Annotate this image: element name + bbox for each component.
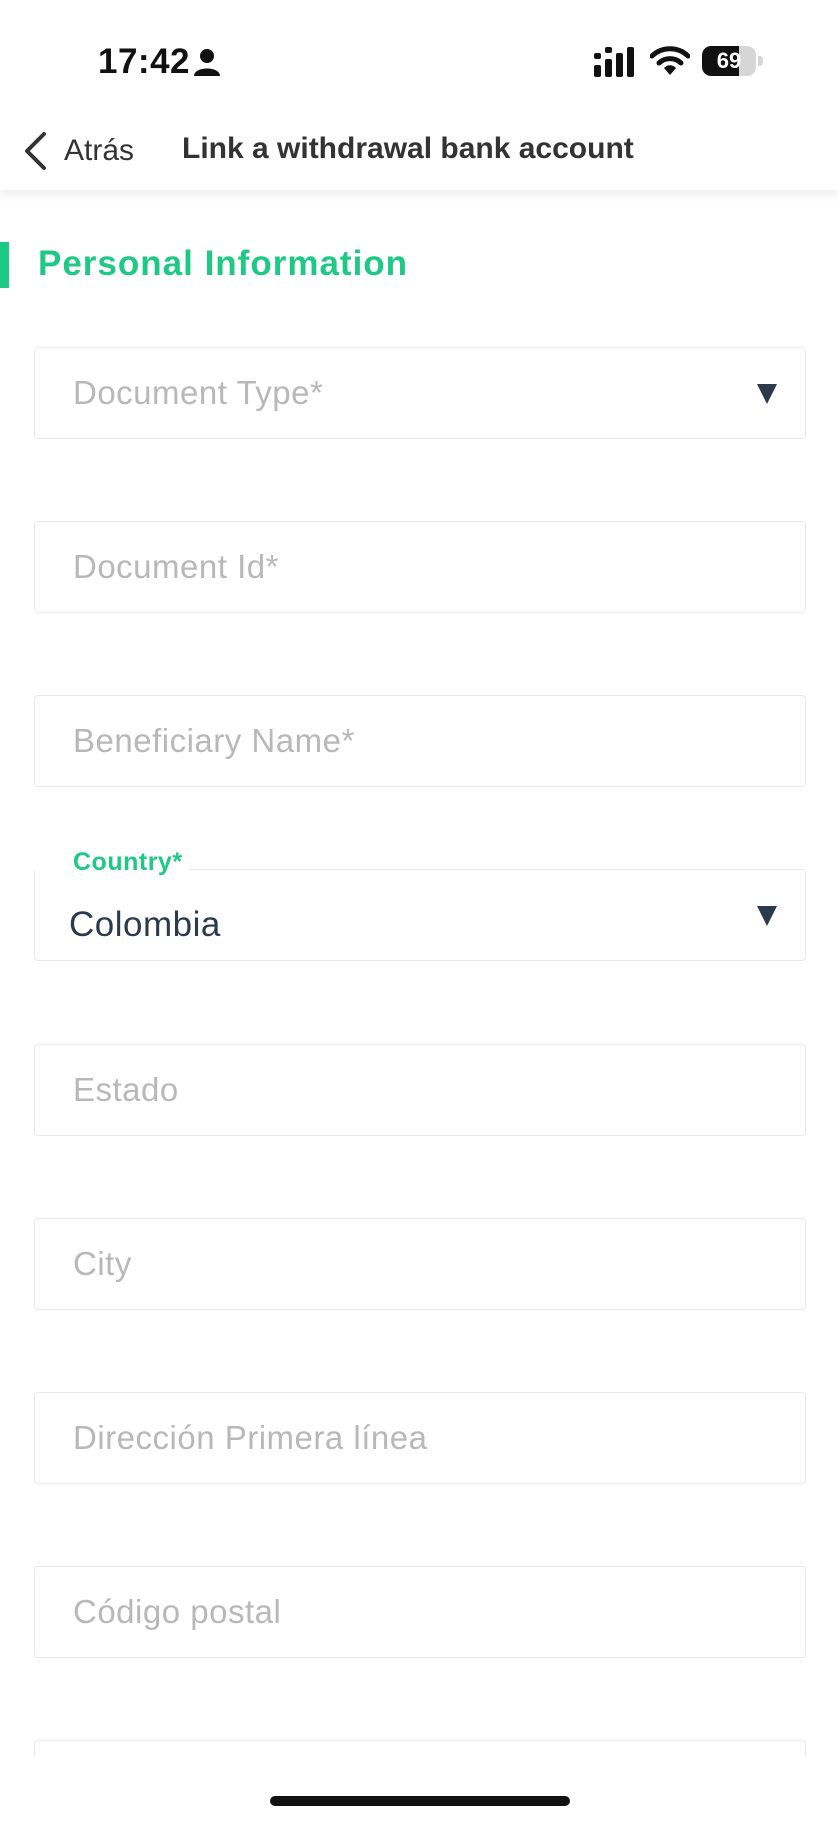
country-label: Country* — [35, 848, 189, 877]
beneficiary-name-placeholder: Beneficiary Name* — [73, 722, 355, 759]
country-select[interactable]: Country* Colombia — [34, 848, 806, 961]
document-id-input[interactable]: Document Id* — [34, 521, 806, 613]
home-indicator — [270, 1796, 570, 1806]
person-icon — [194, 49, 220, 76]
back-label: Atrás — [64, 134, 135, 167]
wifi-icon — [650, 46, 690, 75]
city-placeholder: City — [73, 1245, 132, 1282]
document-type-placeholder: Document Type* — [73, 374, 324, 411]
next-field-partial[interactable] — [34, 1740, 806, 1756]
screen: 17:42 69 Atrás Link a withdrawal bank ac… — [0, 0, 839, 1823]
address-line1-input[interactable]: Dirección Primera línea — [34, 1392, 806, 1484]
page-title: Link a withdrawal bank account — [182, 132, 634, 165]
country-value: Colombia — [69, 905, 221, 944]
status-time: 17:42 — [98, 42, 191, 81]
beneficiary-name-input[interactable]: Beneficiary Name* — [34, 695, 806, 787]
nav-bar: Atrás Link a withdrawal bank account — [0, 110, 839, 190]
document-id-placeholder: Document Id* — [73, 548, 279, 585]
dropdown-arrow-icon — [757, 384, 777, 404]
battery-tip — [758, 56, 763, 66]
address-line1-placeholder: Dirección Primera línea — [73, 1419, 428, 1456]
battery-percent: 69 — [716, 48, 742, 73]
estado-placeholder: Estado — [73, 1071, 179, 1108]
signal-icon — [594, 47, 634, 77]
back-button[interactable]: Atrás — [22, 128, 134, 174]
dropdown-arrow-icon — [757, 906, 777, 926]
section-title: Personal Information — [38, 244, 409, 283]
postal-code-input[interactable]: Código postal — [34, 1566, 806, 1658]
status-bar: 17:42 69 — [0, 0, 839, 110]
city-input[interactable]: City — [34, 1218, 806, 1310]
estado-input[interactable]: Estado — [34, 1044, 806, 1136]
postal-code-placeholder: Código postal — [73, 1593, 282, 1630]
section-accent-bar — [0, 242, 9, 288]
document-type-select[interactable]: Document Type* — [34, 347, 806, 439]
battery-icon: 69 — [702, 46, 756, 76]
chevron-left-icon — [25, 132, 46, 170]
